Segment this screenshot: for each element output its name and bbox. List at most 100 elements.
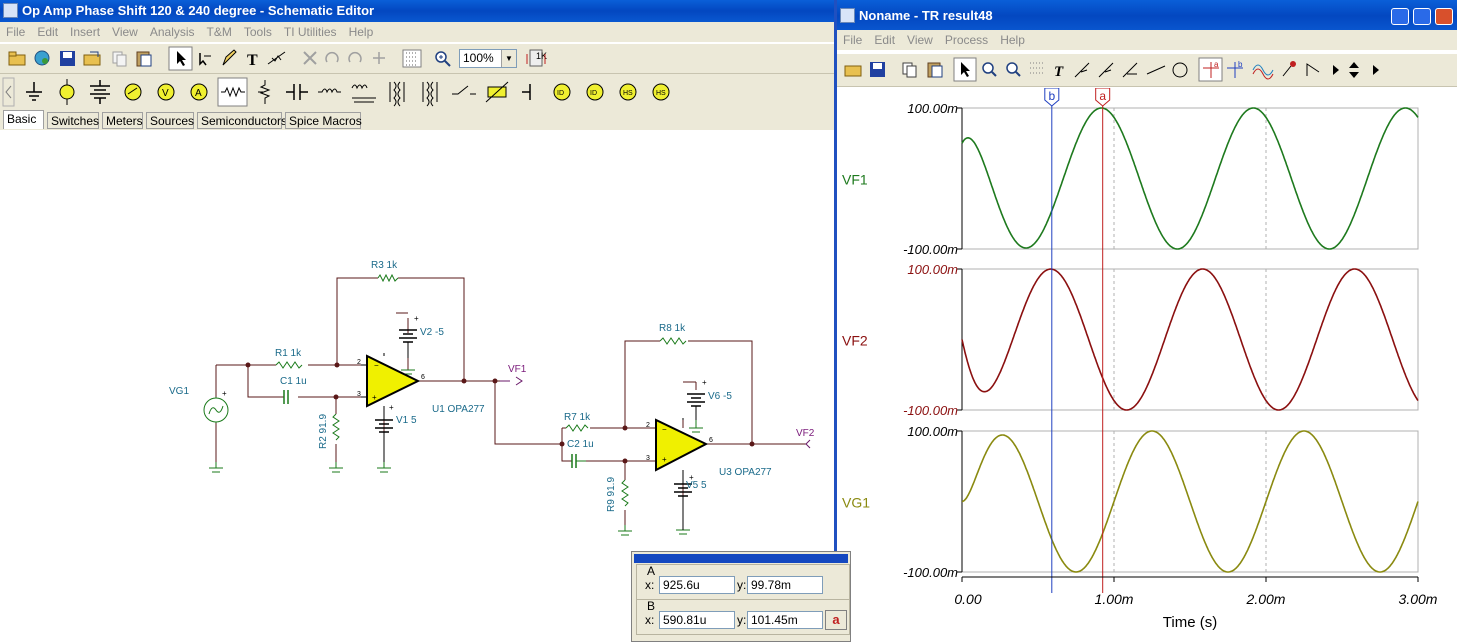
- result-menu-process[interactable]: Process: [939, 30, 994, 47]
- x-axis-title: Time (s): [1163, 614, 1217, 631]
- cursor-b-y-field[interactable]: 101.45m: [747, 611, 823, 629]
- inductor-component-icon[interactable]: [318, 88, 341, 94]
- ellipse-tool-icon[interactable]: [1172, 62, 1188, 78]
- result-grid-icon[interactable]: [1030, 62, 1044, 74]
- marker-icon[interactable]: [1282, 61, 1296, 77]
- result-title-bar[interactable]: Noname - TR result48: [837, 0, 1457, 32]
- result-menu-edit[interactable]: Edit: [868, 30, 901, 47]
- zoom-select[interactable]: 100% ▼: [459, 49, 517, 68]
- globe-icon[interactable]: [34, 50, 50, 66]
- tab-basic[interactable]: Basic: [3, 110, 44, 129]
- schematic-menu-ti-utilities[interactable]: TI Utilities: [278, 22, 343, 39]
- voltage-source-hs-icon[interactable]: HS: [619, 83, 637, 101]
- result-paste-icon[interactable]: [927, 62, 943, 78]
- ymin-label-vf1: -100.00m: [903, 242, 958, 257]
- cursor-select-a-button[interactable]: a: [825, 610, 847, 630]
- current-source-2-icon[interactable]: ID: [586, 83, 604, 101]
- volt-meter-v-icon[interactable]: V: [157, 83, 175, 101]
- current-source-icon[interactable]: ID: [553, 83, 571, 101]
- result-copy-icon[interactable]: [902, 62, 917, 78]
- palette-scroll-left-icon[interactable]: [2, 77, 15, 107]
- save-icon[interactable]: [60, 51, 75, 66]
- x-tick-label: 3.00m: [1399, 591, 1438, 607]
- battery-component-icon[interactable]: [90, 80, 110, 104]
- result-menu-file[interactable]: File: [837, 30, 868, 47]
- schematic-menu-view[interactable]: View: [106, 22, 144, 39]
- cursor-a-group: A x: 925.6u y: 99.78m: [636, 564, 850, 600]
- capacitor-component-icon[interactable]: [286, 84, 308, 100]
- close-button[interactable]: [1435, 8, 1453, 25]
- curve-tool-3-icon[interactable]: [1122, 62, 1138, 78]
- voltage-pin-component-icon[interactable]: [59, 79, 75, 105]
- grid-icon[interactable]: [402, 49, 422, 68]
- zoom-out-icon[interactable]: [1006, 62, 1021, 77]
- minimize-button[interactable]: [1391, 8, 1409, 25]
- tab-sources[interactable]: Sources: [146, 112, 194, 129]
- tab-semiconductors[interactable]: Semiconductors: [197, 112, 287, 129]
- scroll-left-icon[interactable]: [1333, 65, 1339, 75]
- multi-curve-icon[interactable]: [1252, 64, 1274, 80]
- varistor-icon[interactable]: [485, 81, 509, 103]
- zoom-dropdown-arrow-icon[interactable]: ▼: [501, 50, 516, 67]
- zoom-icon[interactable]: [435, 51, 451, 67]
- coupled-inductor-icon[interactable]: [351, 84, 376, 103]
- cursor-b-x-field[interactable]: 590.81u: [659, 611, 735, 629]
- schematic-menu-insert[interactable]: Insert: [64, 22, 106, 39]
- cursor-a-y-field[interactable]: 99.78m: [747, 576, 823, 594]
- result-open-icon[interactable]: [844, 65, 862, 77]
- svg-text:+: +: [414, 314, 419, 323]
- transformer-icon[interactable]: [389, 81, 405, 107]
- svg-text:HS: HS: [656, 90, 666, 97]
- tab-meters[interactable]: Meters: [102, 112, 143, 129]
- ground-component-icon[interactable]: [26, 82, 42, 101]
- curve-tool-icon[interactable]: [1074, 62, 1090, 78]
- schematic-menu-t-m[interactable]: T&M: [201, 22, 238, 39]
- voltmeter-icon[interactable]: [124, 83, 142, 101]
- result-text-icon[interactable]: T: [1054, 64, 1064, 80]
- sine-source-vg1[interactable]: [203, 397, 229, 423]
- schematic-menu-file[interactable]: File: [0, 22, 31, 39]
- curve-tool-2-icon[interactable]: [1098, 62, 1114, 78]
- line-tool-icon[interactable]: [1146, 65, 1166, 75]
- schematic-menu-analysis[interactable]: Analysis: [144, 22, 201, 39]
- wire-select-icon[interactable]: [199, 53, 211, 66]
- component-wizard-icon[interactable]: 1K: [526, 49, 547, 67]
- open-file-icon[interactable]: [83, 51, 101, 66]
- scroll-right-icon[interactable]: [1373, 65, 1379, 75]
- schematic-menu-edit[interactable]: Edit: [31, 22, 64, 39]
- signal-edge-icon[interactable]: [1306, 63, 1320, 76]
- switch-component-icon[interactable]: [452, 85, 476, 95]
- resistor-tool-icon[interactable]: [267, 51, 286, 65]
- tab-switches[interactable]: Switches: [47, 112, 99, 129]
- vf1-label: VF1: [508, 364, 527, 375]
- tab-spice-macros[interactable]: Spice Macros: [285, 112, 362, 129]
- r8-label: R8 1k: [659, 323, 686, 334]
- open-folder-icon[interactable]: [8, 51, 26, 66]
- zoom-in-icon[interactable]: [982, 62, 997, 77]
- schematic-menu-bar: File Edit Insert View Analysis T&M Tools TI Uti…: [0, 22, 836, 42]
- pencil-icon[interactable]: [222, 49, 237, 66]
- component-toolbar: V A ID ID HS HS: [0, 74, 836, 111]
- scroll-up-down-icon[interactable]: [1349, 62, 1359, 78]
- component-tabs: Basic Switches Meters Sources Semiconductors…: [0, 110, 836, 130]
- result-menu-view[interactable]: View: [901, 30, 939, 47]
- result-menu-help[interactable]: Help: [994, 30, 1031, 47]
- schematic-menu-tools[interactable]: Tools: [238, 22, 278, 39]
- transformer-tapped-icon[interactable]: [422, 81, 438, 107]
- maximize-button[interactable]: [1413, 8, 1431, 25]
- ampere-meter-icon[interactable]: A: [190, 83, 208, 101]
- schematic-menu-help[interactable]: Help: [343, 22, 380, 39]
- cursor-panel-title-bar[interactable]: [634, 554, 848, 563]
- text-tool-icon[interactable]: T: [247, 52, 258, 69]
- voltage-source-hs-2-icon[interactable]: HS: [652, 83, 670, 101]
- result-save-icon[interactable]: [870, 62, 885, 77]
- v1-label: V1 5: [396, 415, 417, 426]
- potentiometer-icon[interactable]: [258, 80, 271, 104]
- schematic-title-bar[interactable]: Op Amp Phase Shift 120 & 240 degree - Sc…: [0, 0, 836, 22]
- paste-icon[interactable]: [136, 51, 152, 67]
- waveform-chart[interactable]: b a 0.00 1.00m 2.00m 3.00m Time (s) 100.00m -1…: [837, 88, 1457, 642]
- cursor-b-icon[interactable]: b: [1227, 60, 1243, 78]
- switch-contact-icon[interactable]: [522, 84, 531, 100]
- cursor-a-x-field[interactable]: 925.6u: [659, 576, 735, 594]
- c1-label: C1 1u: [280, 376, 307, 387]
